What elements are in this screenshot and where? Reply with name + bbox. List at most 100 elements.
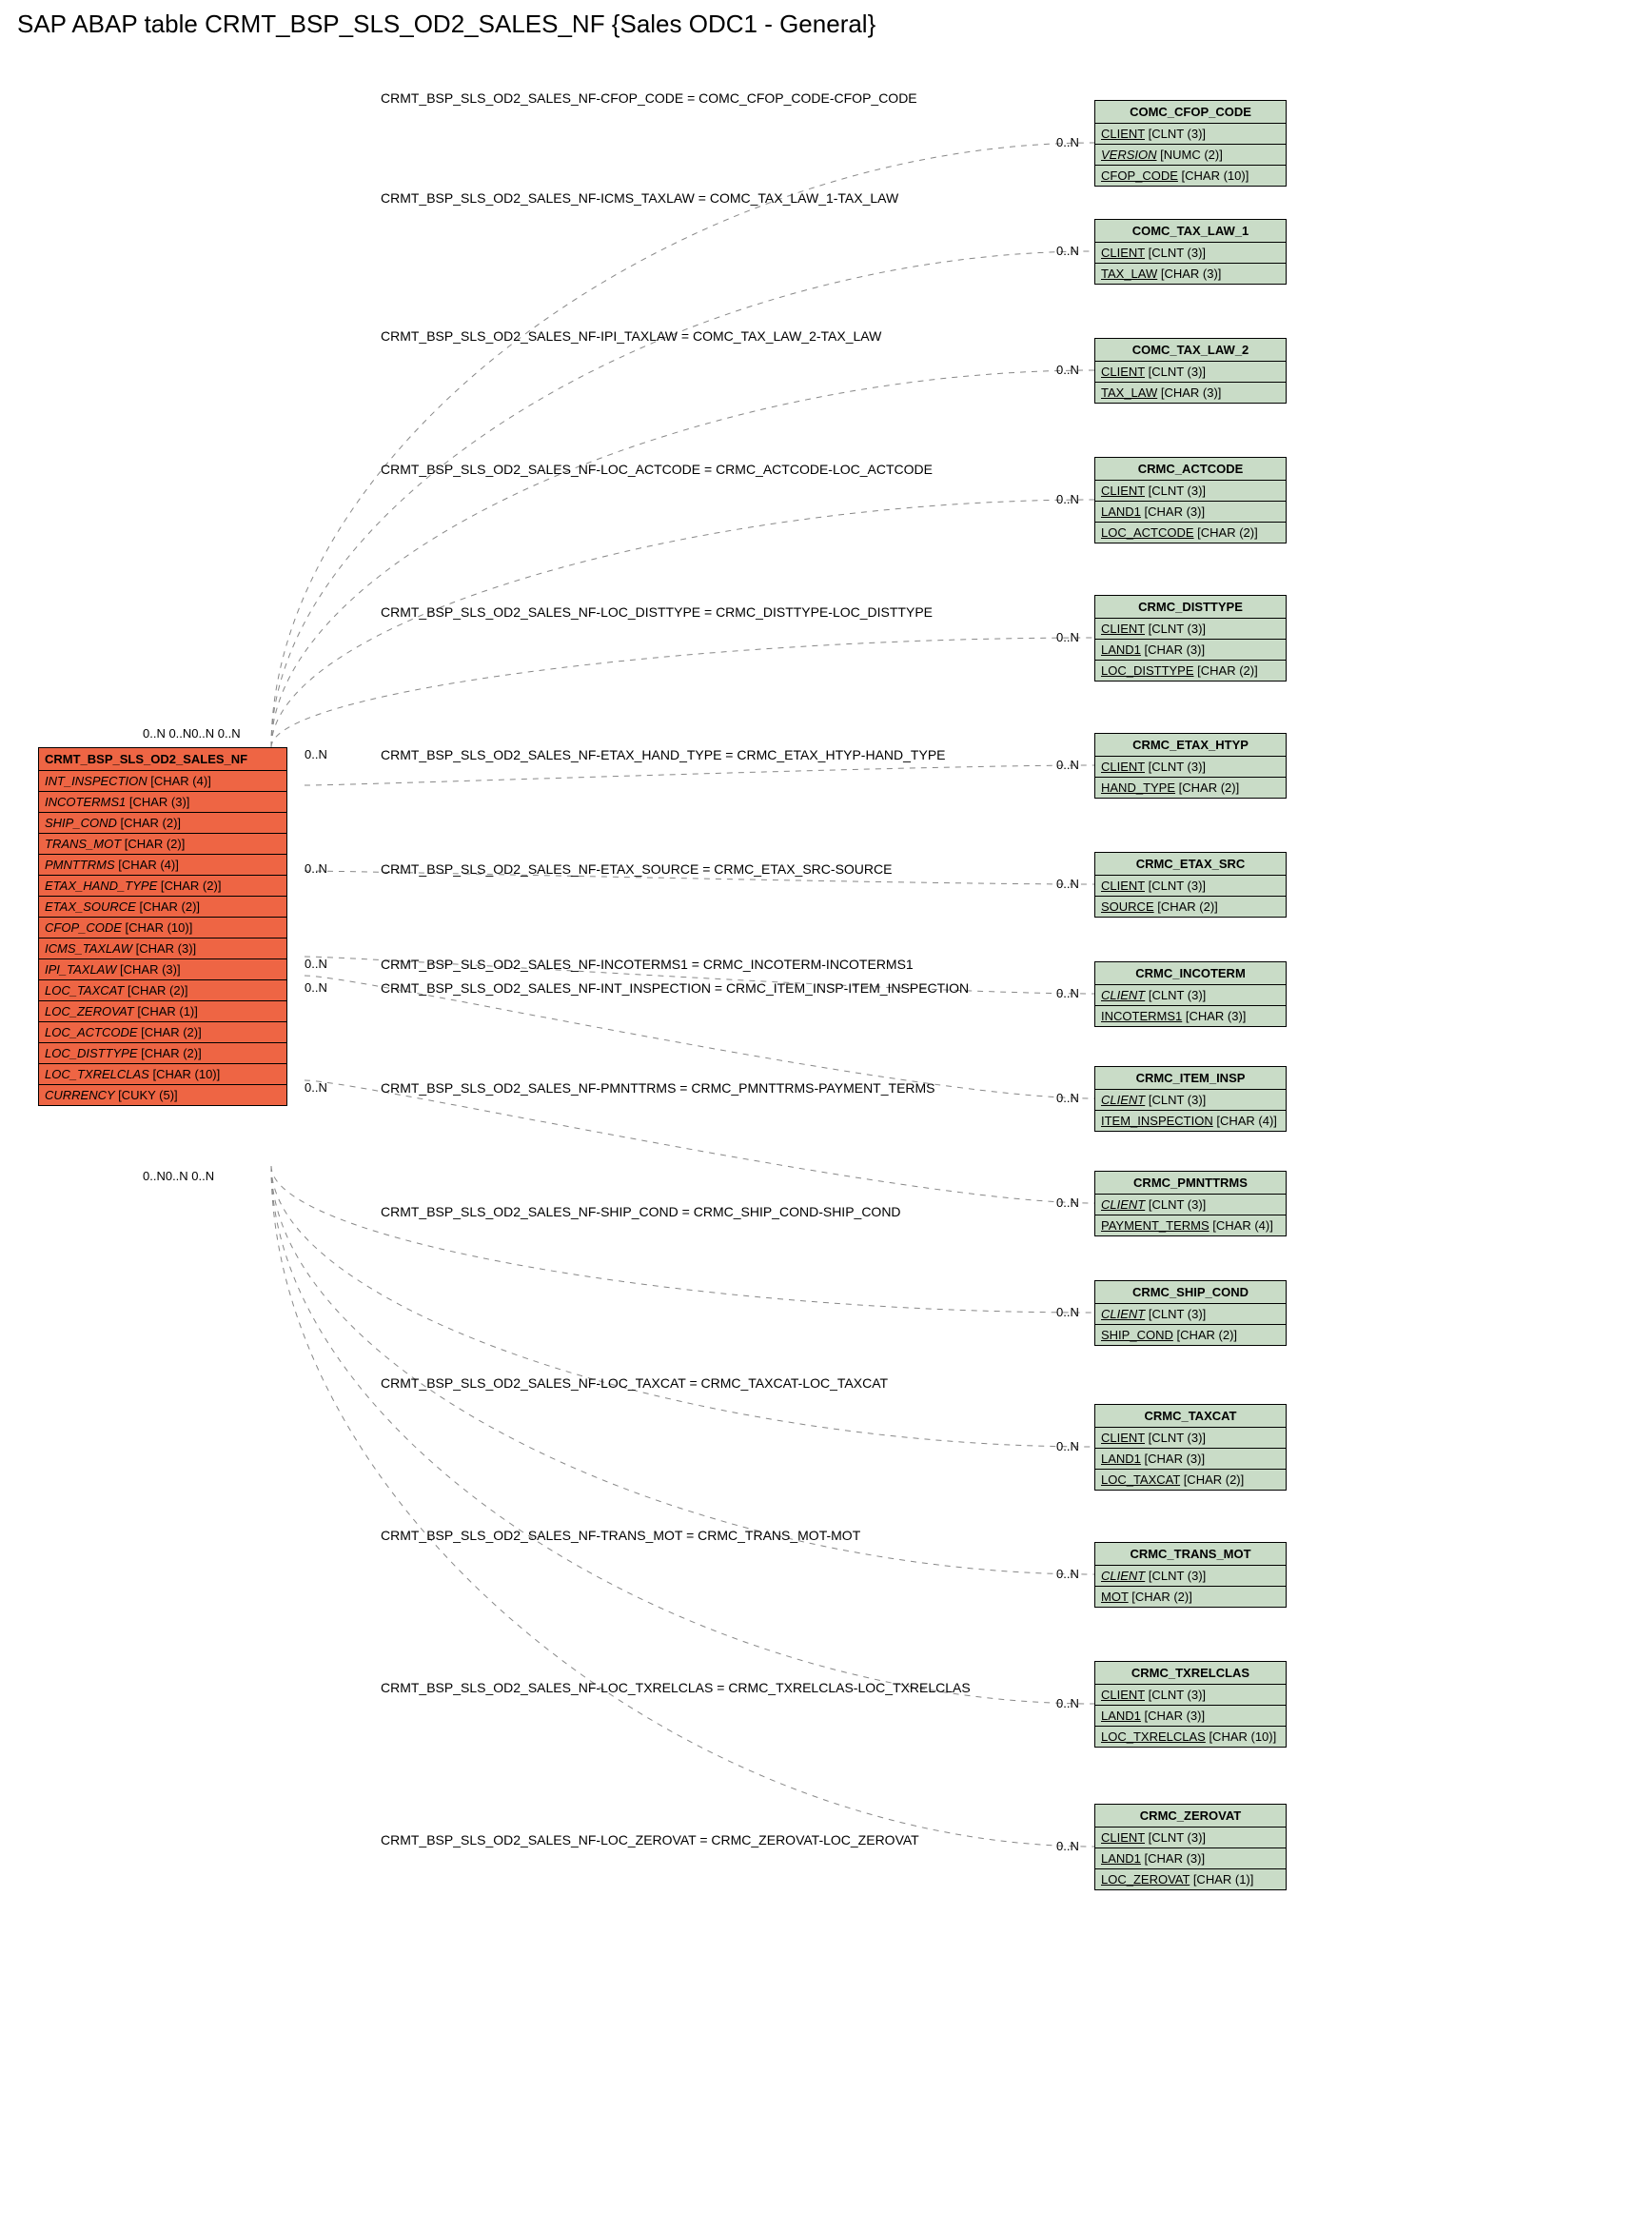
target-field: LAND1 [CHAR (3)] bbox=[1095, 1848, 1286, 1869]
target-field: CFOP_CODE [CHAR (10)] bbox=[1095, 166, 1286, 186]
source-entity-header: CRMT_BSP_SLS_OD2_SALES_NF bbox=[39, 748, 286, 771]
target-field: PAYMENT_TERMS [CHAR (4)] bbox=[1095, 1215, 1286, 1235]
target-entity-header: CRMC_SHIP_COND bbox=[1095, 1281, 1286, 1304]
target-entity-header: CRMC_DISTTYPE bbox=[1095, 596, 1286, 619]
relation-label: CRMT_BSP_SLS_OD2_SALES_NF-ETAX_SOURCE = … bbox=[381, 861, 892, 877]
source-field: ETAX_HAND_TYPE [CHAR (2)] bbox=[39, 876, 286, 897]
relation-label: CRMT_BSP_SLS_OD2_SALES_NF-LOC_ZEROVAT = … bbox=[381, 1832, 919, 1847]
target-entity: COMC_TAX_LAW_2CLIENT [CLNT (3)]TAX_LAW [… bbox=[1094, 338, 1287, 404]
cardinality-right: 0..N bbox=[1056, 135, 1079, 149]
cardinality-right: 0..N bbox=[1056, 986, 1079, 1000]
target-field: CLIENT [CLNT (3)] bbox=[1095, 1566, 1286, 1587]
relation-label: CRMT_BSP_SLS_OD2_SALES_NF-PMNTTRMS = CRM… bbox=[381, 1080, 935, 1096]
target-entity-header: CRMC_ETAX_SRC bbox=[1095, 853, 1286, 876]
cardinality-right: 0..N bbox=[1056, 1091, 1079, 1105]
relation-label: CRMT_BSP_SLS_OD2_SALES_NF-IPI_TAXLAW = C… bbox=[381, 328, 881, 344]
target-field: LOC_ZEROVAT [CHAR (1)] bbox=[1095, 1869, 1286, 1889]
source-field: TRANS_MOT [CHAR (2)] bbox=[39, 834, 286, 855]
target-entity-header: CRMC_INCOTERM bbox=[1095, 962, 1286, 985]
target-field: TAX_LAW [CHAR (3)] bbox=[1095, 264, 1286, 284]
target-field: LAND1 [CHAR (3)] bbox=[1095, 502, 1286, 523]
cardinality-right: 0..N bbox=[1056, 363, 1079, 377]
target-entity: COMC_CFOP_CODECLIENT [CLNT (3)]VERSION [… bbox=[1094, 100, 1287, 187]
target-field: SOURCE [CHAR (2)] bbox=[1095, 897, 1286, 917]
target-entity-header: COMC_TAX_LAW_1 bbox=[1095, 220, 1286, 243]
target-entity-header: CRMC_ZEROVAT bbox=[1095, 1805, 1286, 1828]
source-field: ETAX_SOURCE [CHAR (2)] bbox=[39, 897, 286, 918]
relation-lines bbox=[0, 43, 1652, 2213]
target-field: CLIENT [CLNT (3)] bbox=[1095, 876, 1286, 897]
source-field: LOC_TXRELCLAS [CHAR (10)] bbox=[39, 1064, 286, 1085]
target-field: CLIENT [CLNT (3)] bbox=[1095, 124, 1286, 145]
target-field: SHIP_COND [CHAR (2)] bbox=[1095, 1325, 1286, 1345]
target-entity: COMC_TAX_LAW_1CLIENT [CLNT (3)]TAX_LAW [… bbox=[1094, 219, 1287, 285]
target-entity: CRMC_ZEROVATCLIENT [CLNT (3)]LAND1 [CHAR… bbox=[1094, 1804, 1287, 1890]
source-field: CURRENCY [CUKY (5)] bbox=[39, 1085, 286, 1105]
target-entity-header: CRMC_ETAX_HTYP bbox=[1095, 734, 1286, 757]
cardinality-right: 0..N bbox=[1056, 1696, 1079, 1710]
target-field: CLIENT [CLNT (3)] bbox=[1095, 1090, 1286, 1111]
target-entity-header: COMC_TAX_LAW_2 bbox=[1095, 339, 1286, 362]
target-field: MOT [CHAR (2)] bbox=[1095, 1587, 1286, 1607]
source-field: INT_INSPECTION [CHAR (4)] bbox=[39, 771, 286, 792]
cardinality-right: 0..N bbox=[1056, 244, 1079, 258]
source-field: CFOP_CODE [CHAR (10)] bbox=[39, 918, 286, 939]
relation-label: CRMT_BSP_SLS_OD2_SALES_NF-ETAX_HAND_TYPE… bbox=[381, 747, 946, 762]
target-field: CLIENT [CLNT (3)] bbox=[1095, 1828, 1286, 1848]
source-field: LOC_DISTTYPE [CHAR (2)] bbox=[39, 1043, 286, 1064]
cardinality-right: 0..N bbox=[1056, 1195, 1079, 1210]
relation-label: CRMT_BSP_SLS_OD2_SALES_NF-INT_INSPECTION… bbox=[381, 980, 969, 996]
target-entity: CRMC_PMNTTRMSCLIENT [CLNT (3)]PAYMENT_TE… bbox=[1094, 1171, 1287, 1236]
relation-label: CRMT_BSP_SLS_OD2_SALES_NF-LOC_DISTTYPE =… bbox=[381, 604, 933, 620]
target-field: CLIENT [CLNT (3)] bbox=[1095, 1195, 1286, 1215]
source-field: INCOTERMS1 [CHAR (3)] bbox=[39, 792, 286, 813]
target-field: LAND1 [CHAR (3)] bbox=[1095, 1706, 1286, 1727]
relation-label: CRMT_BSP_SLS_OD2_SALES_NF-SHIP_COND = CR… bbox=[381, 1204, 901, 1219]
cardinality-right: 0..N bbox=[1056, 1305, 1079, 1319]
cardinality-right: 0..N bbox=[1056, 492, 1079, 506]
cardinality-right: 0..N bbox=[1056, 758, 1079, 772]
source-field: PMNTTRMS [CHAR (4)] bbox=[39, 855, 286, 876]
source-field: LOC_ZEROVAT [CHAR (1)] bbox=[39, 1001, 286, 1022]
target-field: CLIENT [CLNT (3)] bbox=[1095, 619, 1286, 640]
cardinality-left: 0..N bbox=[305, 1080, 327, 1095]
cardinality-right: 0..N bbox=[1056, 630, 1079, 644]
relation-label: CRMT_BSP_SLS_OD2_SALES_NF-ICMS_TAXLAW = … bbox=[381, 190, 898, 206]
cardinality-right: 0..N bbox=[1056, 877, 1079, 891]
target-field: HAND_TYPE [CHAR (2)] bbox=[1095, 778, 1286, 798]
target-field: INCOTERMS1 [CHAR (3)] bbox=[1095, 1006, 1286, 1026]
target-entity-header: CRMC_ACTCODE bbox=[1095, 458, 1286, 481]
target-field: CLIENT [CLNT (3)] bbox=[1095, 1304, 1286, 1325]
target-entity: CRMC_TAXCATCLIENT [CLNT (3)]LAND1 [CHAR … bbox=[1094, 1404, 1287, 1491]
target-entity: CRMC_ETAX_HTYPCLIENT [CLNT (3)]HAND_TYPE… bbox=[1094, 733, 1287, 799]
relation-label: CRMT_BSP_SLS_OD2_SALES_NF-INCOTERMS1 = C… bbox=[381, 957, 914, 972]
page-title: SAP ABAP table CRMT_BSP_SLS_OD2_SALES_NF… bbox=[0, 0, 1652, 43]
cardinality-left: 0..N bbox=[305, 747, 327, 761]
source-card-bot: 0..N0..N 0..N bbox=[143, 1169, 214, 1183]
target-entity-header: CRMC_PMNTTRMS bbox=[1095, 1172, 1286, 1195]
target-field: CLIENT [CLNT (3)] bbox=[1095, 362, 1286, 383]
target-field: VERSION [NUMC (2)] bbox=[1095, 145, 1286, 166]
relation-label: CRMT_BSP_SLS_OD2_SALES_NF-TRANS_MOT = CR… bbox=[381, 1528, 860, 1543]
relation-label: CRMT_BSP_SLS_OD2_SALES_NF-LOC_ACTCODE = … bbox=[381, 462, 933, 477]
target-entity: CRMC_ACTCODECLIENT [CLNT (3)]LAND1 [CHAR… bbox=[1094, 457, 1287, 543]
source-card-top: 0..N 0..N0..N 0..N bbox=[143, 726, 241, 741]
target-entity-header: CRMC_TAXCAT bbox=[1095, 1405, 1286, 1428]
target-field: CLIENT [CLNT (3)] bbox=[1095, 985, 1286, 1006]
source-field: IPI_TAXLAW [CHAR (3)] bbox=[39, 959, 286, 980]
cardinality-right: 0..N bbox=[1056, 1567, 1079, 1581]
target-entity: CRMC_TXRELCLASCLIENT [CLNT (3)]LAND1 [CH… bbox=[1094, 1661, 1287, 1748]
target-field: ITEM_INSPECTION [CHAR (4)] bbox=[1095, 1111, 1286, 1131]
target-field: CLIENT [CLNT (3)] bbox=[1095, 1428, 1286, 1449]
cardinality-left: 0..N bbox=[305, 980, 327, 995]
diagram-canvas: CRMT_BSP_SLS_OD2_SALES_NF INT_INSPECTION… bbox=[0, 43, 1652, 2213]
target-entity: CRMC_ITEM_INSPCLIENT [CLNT (3)]ITEM_INSP… bbox=[1094, 1066, 1287, 1132]
source-entity: CRMT_BSP_SLS_OD2_SALES_NF INT_INSPECTION… bbox=[38, 747, 287, 1106]
target-entity: CRMC_ETAX_SRCCLIENT [CLNT (3)]SOURCE [CH… bbox=[1094, 852, 1287, 918]
target-field: CLIENT [CLNT (3)] bbox=[1095, 243, 1286, 264]
target-field: LOC_TAXCAT [CHAR (2)] bbox=[1095, 1470, 1286, 1490]
relation-label: CRMT_BSP_SLS_OD2_SALES_NF-LOC_TAXCAT = C… bbox=[381, 1375, 888, 1391]
target-entity: CRMC_SHIP_CONDCLIENT [CLNT (3)]SHIP_COND… bbox=[1094, 1280, 1287, 1346]
source-field: LOC_TAXCAT [CHAR (2)] bbox=[39, 980, 286, 1001]
target-entity-header: CRMC_TXRELCLAS bbox=[1095, 1662, 1286, 1685]
